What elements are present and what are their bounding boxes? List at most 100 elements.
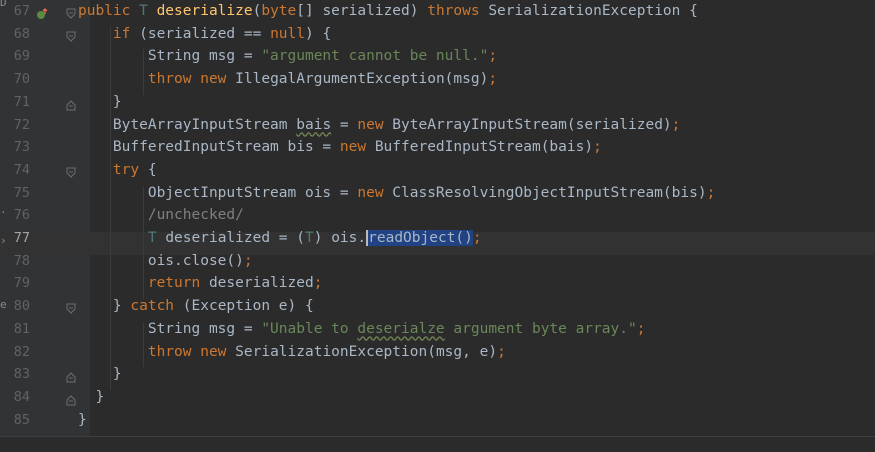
- code-token: deserialize: [156, 3, 253, 19]
- line-number: 69: [13, 48, 30, 65]
- fold-start-icon[interactable]: [66, 28, 76, 42]
- code-token: ;: [313, 275, 323, 292]
- code-token: argument byte array.": [444, 320, 637, 337]
- code-line[interactable]: 70 throw new IllegalArgumentException(ms…: [0, 68, 875, 91]
- code-token: ObjectInputStream ois =: [78, 184, 358, 201]
- code-text[interactable]: ois.close();: [78, 250, 253, 273]
- line-number: 79: [13, 275, 30, 292]
- code-token: new: [339, 139, 375, 156]
- code-token: SerializationException {: [488, 3, 698, 19]
- horizontal-scrollbar[interactable]: [0, 436, 875, 452]
- code-token: IllegalArgumentException(msg): [235, 71, 489, 88]
- line-number: 71: [13, 93, 30, 110]
- code-token: T: [139, 3, 157, 19]
- line-number: 76: [13, 207, 30, 224]
- override-method-icon[interactable]: [36, 5, 48, 19]
- selected-text: readObject(): [368, 230, 473, 246]
- fold-end-icon[interactable]: [66, 96, 76, 111]
- code-line[interactable]: 72 ByteArrayInputStream bais = new ByteA…: [0, 114, 875, 137]
- code-token: ;: [488, 71, 498, 88]
- code-token: String msg =: [78, 320, 262, 337]
- code-token: BufferedInputStream(bais): [374, 139, 594, 156]
- code-token: SerializationException(msg, e): [235, 343, 498, 360]
- code-text[interactable]: }: [78, 386, 104, 409]
- code-line[interactable]: 71 }: [0, 91, 875, 114]
- code-token: {: [147, 161, 157, 178]
- code-text[interactable]: }: [78, 409, 87, 432]
- code-line[interactable]: 78 ois.close();: [0, 250, 875, 273]
- code-text[interactable]: /unchecked/: [78, 204, 244, 227]
- code-text[interactable]: T deserialized = (T) ois. readObject();: [78, 227, 482, 250]
- code-line[interactable]: 73 BufferedInputStream bis = new Buffere…: [0, 136, 875, 159]
- code-token: }: [78, 93, 122, 110]
- code-line[interactable]: 80 } catch (Exception e) {: [0, 295, 875, 318]
- line-number: 82: [13, 343, 30, 360]
- code-token: ;: [472, 230, 482, 246]
- code-line[interactable]: 74 try {: [0, 159, 875, 182]
- code-token: ois.close(): [78, 252, 244, 269]
- code-token: String msg =: [78, 48, 262, 65]
- code-token: }: [78, 388, 105, 405]
- code-text[interactable]: }: [78, 363, 122, 386]
- code-line[interactable]: 85}: [0, 409, 875, 432]
- code-text[interactable]: if (serialized == null) {: [78, 23, 331, 46]
- code-text[interactable]: return deserialized;: [78, 272, 323, 295]
- code-text[interactable]: ObjectInputStream ois = new ClassResolvi…: [78, 182, 715, 205]
- code-token: public: [78, 3, 140, 19]
- line-number: 72: [13, 116, 30, 133]
- line-number: 74: [13, 161, 30, 178]
- line-number: 70: [13, 71, 30, 88]
- code-text[interactable]: }: [78, 91, 122, 114]
- line-number: 81: [13, 320, 30, 337]
- fold-start-icon[interactable]: [66, 300, 76, 314]
- code-token: "argument cannot be null.": [261, 48, 489, 65]
- code-token: throw new: [147, 71, 236, 88]
- code-token: deserialized: [208, 275, 314, 292]
- code-text[interactable]: public T deserialize(byte[] serialized) …: [78, 0, 698, 23]
- code-line[interactable]: 67 public T deserialize(byte[] serialized…: [0, 0, 875, 23]
- line-number: 73: [13, 139, 30, 156]
- code-text[interactable]: ByteArrayInputStream bais = new ByteArra…: [78, 114, 680, 137]
- code-text[interactable]: BufferedInputStream bis = new BufferedIn…: [78, 136, 602, 159]
- fold-start-icon[interactable]: [66, 164, 76, 178]
- code-line[interactable]: 75 ObjectInputStream ois = new ClassReso…: [0, 182, 875, 205]
- line-number: 85: [13, 411, 30, 428]
- code-editor[interactable]: D·›er 67public T deserialize(byte[] seri…: [0, 0, 875, 452]
- code-token: (Exception e) {: [182, 298, 314, 315]
- code-text[interactable]: } catch (Exception e) {: [78, 295, 314, 318]
- code-line[interactable]: 81 String msg = "Unable to deserialze ar…: [0, 318, 875, 341]
- code-line[interactable]: 76 /unchecked/: [0, 204, 875, 227]
- code-line[interactable]: 77 T deserialized = (T) ois. readObject()…: [0, 227, 875, 250]
- fold-end-icon[interactable]: [66, 368, 76, 383]
- code-token: ;: [497, 343, 506, 360]
- code-line[interactable]: 69 String msg = "argument cannot be null…: [0, 45, 875, 68]
- code-token: }: [78, 411, 87, 428]
- code-line[interactable]: 83 }: [0, 363, 875, 386]
- code-token: ;: [706, 184, 716, 201]
- code-token: try: [112, 161, 148, 178]
- line-number: 78: [13, 252, 30, 269]
- code-line[interactable]: 82 throw new SerializationException(msg,…: [0, 341, 875, 364]
- line-number: 68: [13, 25, 30, 42]
- code-text[interactable]: String msg = "argument cannot be null.";: [78, 45, 497, 68]
- code-token: ;: [488, 48, 498, 65]
- code-text[interactable]: throw new IllegalArgumentException(msg);: [78, 68, 497, 91]
- code-token: deserialze: [357, 320, 445, 337]
- code-text[interactable]: try {: [78, 159, 157, 182]
- code-token: ByteArrayInputStream: [78, 116, 297, 133]
- fold-end-icon[interactable]: [66, 391, 76, 406]
- code-token: (serialized ==: [139, 25, 271, 42]
- code-line[interactable]: 79 return deserialized;: [0, 272, 875, 295]
- code-token: ;: [671, 116, 681, 133]
- code-token: ByteArrayInputStream(serialized): [392, 116, 672, 133]
- code-text[interactable]: String msg = "Unable to deserialze argum…: [78, 318, 646, 341]
- fold-start-icon[interactable]: [66, 5, 76, 19]
- code-line[interactable]: 68 if (serialized == null) {: [0, 23, 875, 46]
- code-token: ) {: [305, 25, 332, 42]
- code-line[interactable]: 84 }: [0, 386, 875, 409]
- code-text[interactable]: throw new SerializationException(msg, e)…: [78, 341, 506, 364]
